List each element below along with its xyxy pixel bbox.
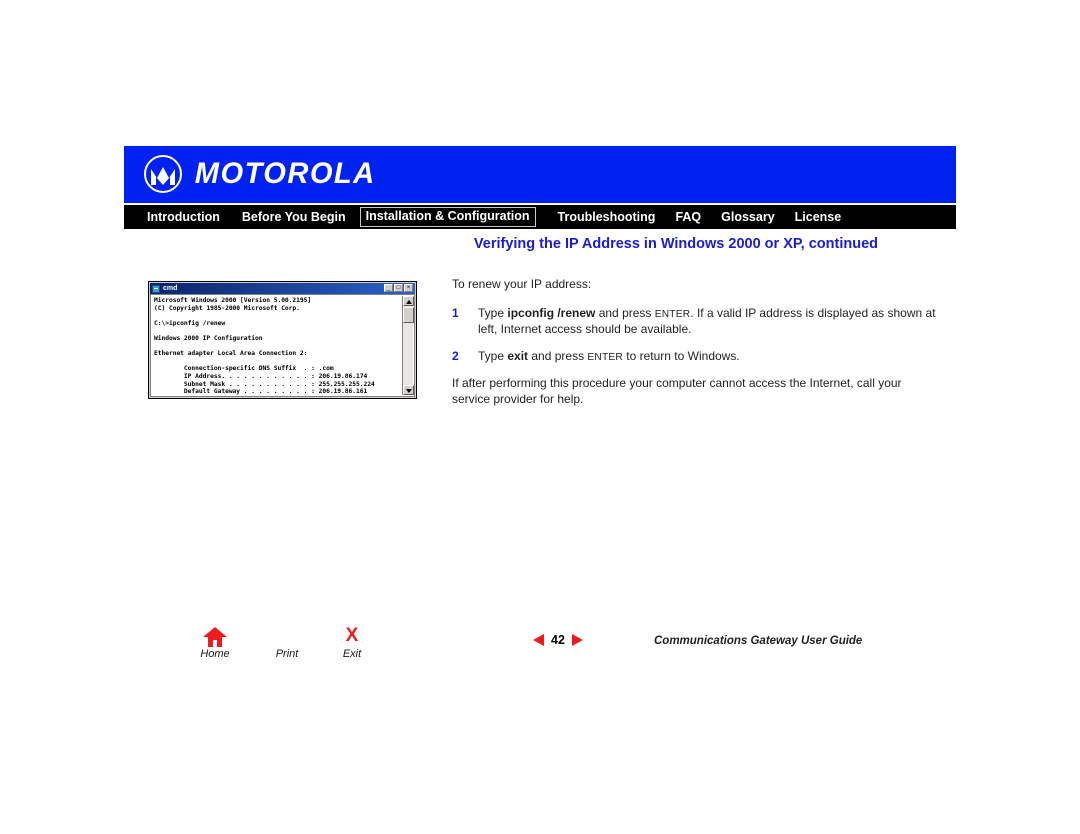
- x-glyph: X: [345, 625, 359, 646]
- step-text-after: to return to Windows.: [622, 348, 740, 363]
- step-text-mid: and press: [528, 348, 588, 363]
- triangle-right-icon[interactable]: [571, 634, 583, 646]
- print-button[interactable]: Print: [264, 626, 310, 660]
- page-navigation: 42: [533, 634, 583, 646]
- document-page: MOTOROLA Introduction Before You Begin I…: [0, 0, 1080, 834]
- step-text: Type ipconfig /renew and press ENTER. If…: [478, 306, 942, 338]
- cmd-window-screenshot: cmd _ □ × Microsoft Windows 2000 [Versio…: [148, 281, 417, 399]
- scrollbar-thumb[interactable]: [403, 307, 414, 323]
- nav-item-before-you-begin[interactable]: Before You Begin: [242, 211, 346, 224]
- nav-item-license[interactable]: License: [795, 211, 842, 224]
- home-button-label: Home: [200, 648, 230, 660]
- triangle-left-icon[interactable]: [533, 634, 544, 646]
- step-text-before: Type: [478, 305, 508, 320]
- nav-item-troubleshooting[interactable]: Troubleshooting: [558, 211, 656, 224]
- cmd-window-controls: _ □ ×: [384, 284, 413, 292]
- exit-button-label: Exit: [342, 648, 362, 660]
- close-icon[interactable]: ×: [404, 284, 413, 292]
- step-number: 2: [452, 348, 459, 363]
- printer-icon: [264, 626, 310, 647]
- step-key: ENTER: [587, 351, 623, 363]
- home-icon: [196, 626, 234, 647]
- guide-title: Communications Gateway User Guide: [654, 635, 863, 647]
- step-text-before: Type: [478, 348, 508, 363]
- cmd-title-bar: cmd _ □ ×: [150, 283, 415, 294]
- motorola-m-logo-icon: [144, 155, 182, 193]
- home-button[interactable]: Home: [196, 626, 234, 660]
- cmd-vertical-scrollbar[interactable]: [402, 296, 414, 395]
- scroll-up-arrow-icon[interactable]: [403, 296, 414, 306]
- brand-header: MOTOROLA: [124, 146, 956, 203]
- nav-item-faq[interactable]: FAQ: [675, 211, 701, 224]
- instruction-step-1: 1 Type ipconfig /renew and press ENTER. …: [452, 306, 942, 338]
- nav-item-glossary[interactable]: Glossary: [721, 211, 775, 224]
- cmd-console-text: Microsoft Windows 2000 [Version 5.00.219…: [154, 297, 375, 396]
- step-command: ipconfig /renew: [507, 305, 596, 320]
- step-text-mid: and press: [595, 305, 655, 320]
- cmd-window-title: cmd: [163, 285, 178, 292]
- step-command: exit: [507, 348, 529, 363]
- step-text: Type exit and press ENTER to return to W…: [478, 349, 942, 366]
- step-key: ENTER: [654, 308, 691, 320]
- minimize-icon[interactable]: _: [384, 284, 393, 292]
- page-number: 42: [551, 633, 565, 647]
- scroll-down-arrow-icon[interactable]: [403, 385, 414, 395]
- print-button-label: Print: [275, 648, 299, 660]
- brand-wordmark: MOTOROLA: [194, 157, 376, 190]
- instructions-panel: To renew your IP address: 1 Type ipconfi…: [452, 277, 942, 407]
- instruction-step-2: 2 Type exit and press ENTER to return to…: [452, 349, 942, 366]
- cmd-console-area: Microsoft Windows 2000 [Version 5.00.219…: [150, 294, 415, 397]
- nav-item-installation-configuration[interactable]: Installation & Configuration: [359, 207, 536, 227]
- console-window-icon: [152, 284, 160, 293]
- motorola-logo: MOTOROLA: [144, 155, 378, 193]
- nav-item-introduction[interactable]: Introduction: [147, 211, 220, 224]
- footer-button-group: Home Print X Exit: [196, 626, 396, 666]
- instructions-tail: If after performing this procedure your …: [452, 376, 902, 406]
- exit-button[interactable]: X Exit: [336, 626, 368, 661]
- page-title: Verifying the IP Address in Windows 2000…: [473, 236, 878, 252]
- close-x-icon: X: [336, 626, 368, 647]
- main-navigation[interactable]: Introduction Before You Begin Installati…: [124, 205, 956, 229]
- instructions-lead: To renew your IP address:: [452, 277, 592, 291]
- maximize-icon[interactable]: □: [394, 284, 403, 292]
- step-number: 1: [452, 305, 459, 320]
